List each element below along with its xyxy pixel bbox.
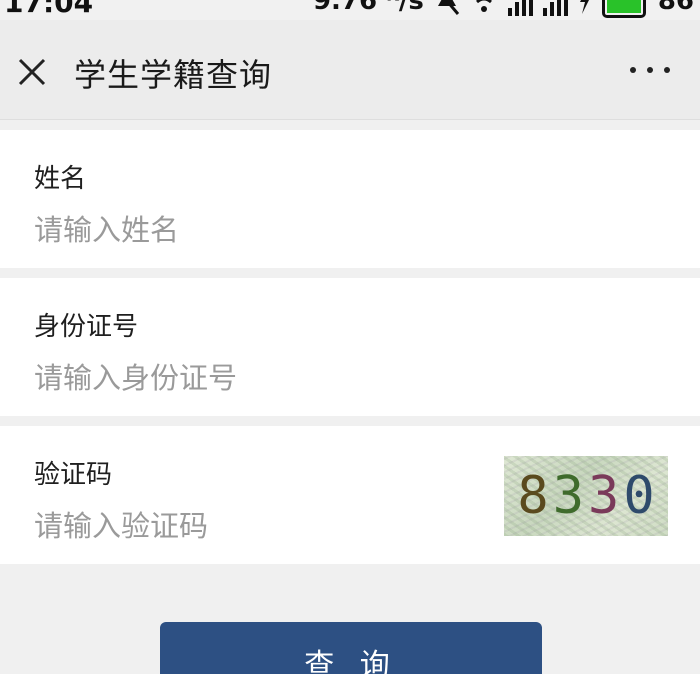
charging-icon <box>578 0 592 20</box>
more-icon-dot <box>664 67 670 73</box>
captcha-label: 验证码 <box>34 460 113 490</box>
close-icon <box>18 58 46 86</box>
status-icons: 9.76 ᴷ/s 86 <box>313 0 694 20</box>
status-bar: 17:04 9.76 ᴷ/s 86 <box>0 0 700 20</box>
id-number-label: 身份证号 <box>34 312 139 342</box>
page-title: 学生学籍查询 <box>74 56 273 94</box>
id-number-field-group: 身份证号 <box>0 278 700 416</box>
captcha-digit: 3 <box>552 466 584 526</box>
signal-icon <box>542 0 568 16</box>
more-icon-dot <box>647 67 653 73</box>
status-time: 17:04 <box>4 0 94 19</box>
captcha-input[interactable] <box>34 504 474 548</box>
nav-bar: 学生学籍查询 <box>0 20 700 120</box>
name-field-group: 姓名 <box>0 130 700 268</box>
captcha-digit: 3 <box>588 466 620 526</box>
captcha-image[interactable]: 8 3 3 0 <box>504 456 668 536</box>
captcha-digit: 8 <box>517 466 549 526</box>
battery-icon <box>601 0 646 18</box>
net-speed: 9.76 ᴷ/s <box>312 0 424 16</box>
battery-fill <box>606 0 641 13</box>
name-label: 姓名 <box>34 164 87 194</box>
mute-icon <box>434 0 460 20</box>
query-button-label: 查 询 <box>304 648 398 674</box>
more-button[interactable] <box>630 64 670 76</box>
more-icon-dot <box>630 67 636 73</box>
close-button[interactable] <box>14 54 50 90</box>
signal-icon <box>507 0 533 16</box>
query-button[interactable]: 查 询 <box>160 622 542 674</box>
captcha-digit: 0 <box>623 466 655 526</box>
wifi-icon <box>470 0 498 20</box>
id-number-input[interactable] <box>34 356 474 400</box>
battery-level: 86 <box>657 0 694 16</box>
name-input[interactable] <box>34 208 474 252</box>
